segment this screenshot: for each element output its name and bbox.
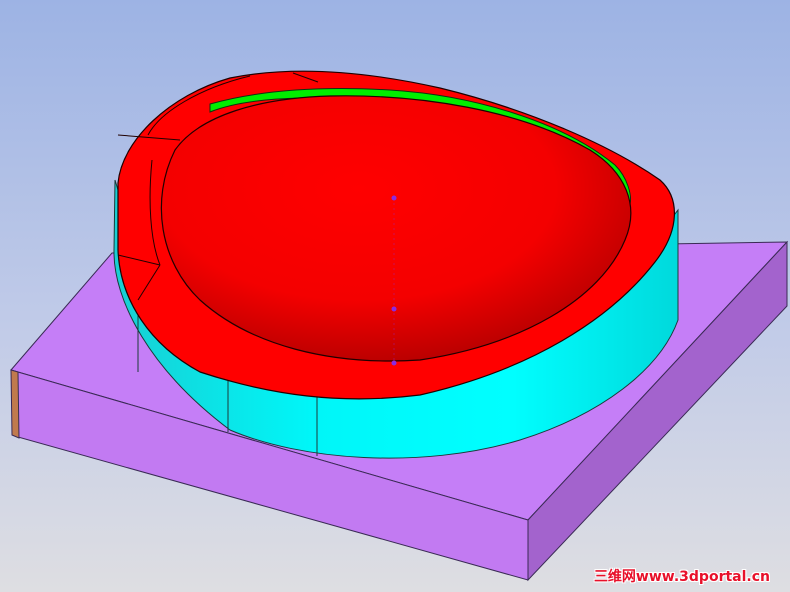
cad-3d-viewport[interactable]: 三维网www.3dportal.cn — [0, 0, 790, 592]
center-marker-point[interactable] — [391, 360, 397, 366]
watermark-text: 三维网www.3dportal.cn — [593, 569, 770, 585]
center-marker-point[interactable] — [391, 195, 397, 201]
center-marker-point[interactable] — [391, 306, 397, 312]
model-scene[interactable] — [0, 0, 790, 592]
base-plate-corner-edge — [10, 369, 20, 439]
